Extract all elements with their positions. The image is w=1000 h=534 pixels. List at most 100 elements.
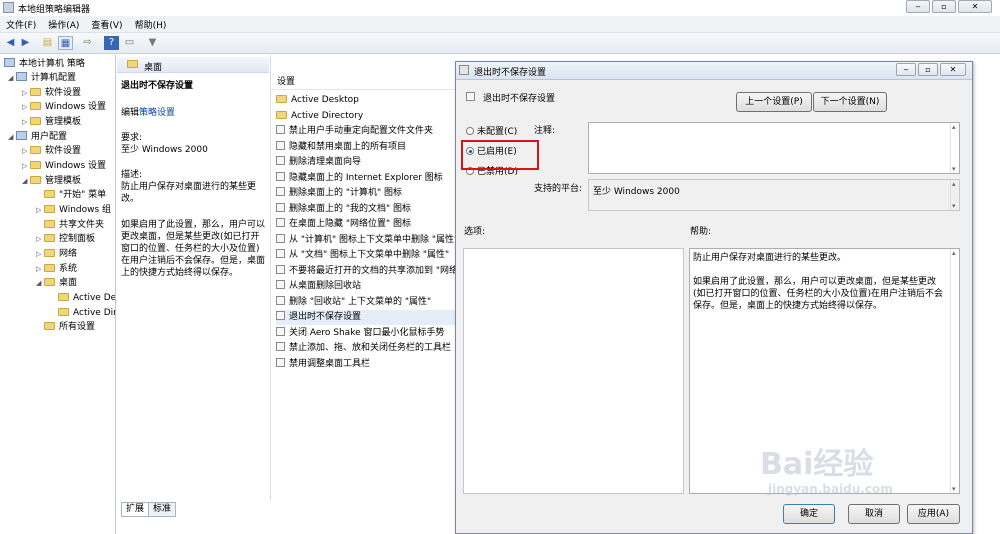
tree-item[interactable]: Active De [50, 291, 115, 305]
list-item[interactable]: 不要将最近打开的文档的共享添加到 "网络位置" [276, 264, 480, 279]
policy-setting-icon [276, 125, 285, 134]
close-button[interactable]: ✕ [958, 0, 992, 13]
list-item[interactable]: 禁止添加、拖、放和关闭任务栏的工具栏 [276, 341, 451, 356]
description-pane: 桌面 退出时不保存设置 编辑策略设置 要求: 至少 Windows 2000 描… [117, 55, 269, 501]
filter-icon[interactable]: ▼ [145, 36, 160, 50]
tree-item[interactable]: ▷ 网络 [36, 247, 77, 261]
platform-scrollbar[interactable] [950, 180, 959, 210]
policy-setting-icon [276, 156, 285, 165]
maximize-button[interactable]: ▫ [932, 0, 956, 13]
help-text-p2: 如果启用了此设置，那么，用户可以更改桌面，但是某些更改(如已打开窗口的位置、任务… [693, 277, 944, 311]
folder-icon [30, 102, 41, 110]
list-item[interactable]: 禁止用户手动重定向配置文件文件夹 [276, 124, 433, 139]
folder-icon [44, 190, 55, 198]
list-item[interactable]: 删除桌面上的 "计算机" 图标 [276, 186, 402, 201]
list-item[interactable]: 隐藏桌面上的 Internet Explorer 图标 [276, 171, 443, 186]
back-icon[interactable]: ◀ [3, 36, 18, 50]
list-item[interactable]: 从 "文档" 图标上下文菜单中删除 "属性" [276, 248, 449, 263]
tab-standard[interactable]: 标准 [148, 502, 177, 517]
tab-extended[interactable]: 扩展 [121, 502, 150, 517]
policy-setting-icon [276, 187, 285, 196]
menu-help[interactable]: 帮助(H) [129, 16, 173, 33]
list-item[interactable]: 删除桌面上的 "我的文档" 图标 [276, 202, 411, 217]
policy-setting-icon [466, 92, 475, 101]
properties-icon[interactable]: ▭ [122, 36, 137, 50]
list-item[interactable]: Active Directory [276, 109, 363, 124]
tree-item[interactable]: 共享文件夹 [36, 218, 104, 232]
tree-item[interactable]: 所有设置 [36, 320, 95, 334]
menu-action[interactable]: 操作(A) [42, 16, 85, 33]
policy-setting-icon [276, 358, 285, 367]
dialog-minimize-button[interactable]: ‒ [896, 63, 916, 76]
requirements-value: 至少 Windows 2000 [121, 145, 208, 155]
tree-item[interactable]: "开始" 菜单 [36, 188, 106, 202]
tree-item[interactable]: ◢ 计算机配置 [8, 71, 76, 85]
export-list-icon[interactable]: ⇨ [80, 36, 95, 50]
description-value: 防止用户保存对桌面进行的某些更改。 [121, 182, 257, 204]
forward-icon[interactable]: ▶ [18, 36, 33, 50]
tree-item[interactable]: ◢ 管理模板 [22, 174, 81, 188]
tree-item[interactable]: ◢ 桌面 [36, 276, 77, 290]
baidu-watermark: Bai经验 jingyan.baidu.com [738, 448, 958, 518]
folder-open-icon [127, 60, 138, 68]
tree-item[interactable]: Active Dir [50, 306, 115, 320]
minimize-button[interactable]: ‒ [906, 0, 930, 13]
column-header-setting[interactable]: 设置 [271, 75, 456, 90]
list-item[interactable]: 关闭 Aero Shake 窗口最小化鼠标手势 [276, 326, 445, 341]
options-panel [463, 248, 684, 494]
menu-view[interactable]: 查看(V) [85, 16, 128, 33]
list-item[interactable]: Active Desktop [276, 93, 359, 108]
tree-root[interactable]: 本地计算机 策略 [4, 57, 85, 71]
policy-editor-icon [3, 2, 14, 13]
policy-setting-icon [276, 203, 285, 212]
menu-file[interactable]: 文件(F) [0, 16, 42, 33]
policy-setting-icon [276, 141, 285, 150]
list-item[interactable]: 从桌面删除回收站 [276, 279, 361, 294]
radio-not-configured[interactable]: 未配置(C) [466, 125, 517, 139]
folder-icon [58, 308, 69, 316]
help-icon[interactable]: ? [104, 36, 119, 50]
tree-item[interactable]: ◢ 用户配置 [8, 130, 67, 144]
dialog-close-button[interactable]: ✕ [940, 63, 966, 76]
policy-setting-icon [276, 218, 285, 227]
comment-field[interactable] [588, 122, 960, 174]
view-tabs: 扩展 标准 [117, 502, 457, 518]
edit-policy-link[interactable]: 策略设置 [139, 108, 175, 118]
requirements-label: 要求: [121, 133, 143, 143]
watermark-url: jingyan.baidu.com [768, 482, 893, 496]
tree-item[interactable]: ▷ 软件设置 [22, 144, 81, 158]
policy-setting-icon [276, 265, 285, 274]
tree-item[interactable]: ▷ 系统 [36, 262, 77, 276]
dialog-maximize-button[interactable]: ▫ [918, 63, 938, 76]
policy-setting-icon [276, 249, 285, 258]
policy-setting-icon [276, 280, 285, 289]
up-folder-icon[interactable]: ▤ [40, 36, 55, 50]
list-item[interactable]: 在桌面上隐藏 "网络位置" 图标 [276, 217, 411, 232]
folder-icon [30, 161, 41, 169]
tree-item[interactable]: ▷ Windows 设置 [22, 100, 106, 114]
comment-scrollbar[interactable] [950, 123, 959, 173]
list-item[interactable]: 禁用调整桌面工具栏 [276, 357, 370, 372]
platform-field: 至少 Windows 2000 [588, 179, 960, 211]
dialog-titlebar: 退出时不保存设置 ‒ ▫ ✕ [456, 62, 972, 80]
policy-setting-icon [276, 327, 285, 336]
policy-setting-icon [276, 342, 285, 351]
previous-setting-button[interactable]: 上一个设置(P) [736, 92, 812, 112]
list-item-selected[interactable]: 退出时不保存设置 [276, 310, 456, 325]
tree-item[interactable]: ▷ Windows 组 [36, 203, 111, 217]
folder-icon [44, 322, 55, 330]
computer-icon [16, 72, 27, 81]
tree-item[interactable]: ▷ 控制面板 [36, 232, 95, 246]
description-title: 退出时不保存设置 [121, 81, 194, 91]
tree-item[interactable]: ▷ 软件设置 [22, 86, 81, 100]
list-item[interactable]: 隐藏和禁用桌面上的所有项目 [276, 140, 406, 155]
list-item[interactable]: 从 "计算机" 图标上下文菜单中删除 "属性" [276, 233, 458, 248]
list-item[interactable]: 删除 "回收站" 上下文菜单的 "属性" [276, 295, 431, 310]
list-item[interactable]: 删除清理桌面向导 [276, 155, 361, 170]
tree-item[interactable]: ▷ 管理模板 [22, 115, 81, 129]
folder-icon [276, 95, 287, 103]
next-setting-button[interactable]: 下一个设置(N) [813, 92, 887, 112]
tree-item[interactable]: ▷ Windows 设置 [22, 159, 106, 173]
show-hide-tree-icon[interactable]: ▦ [58, 36, 73, 50]
platform-label: 支持的平台: [534, 184, 583, 194]
